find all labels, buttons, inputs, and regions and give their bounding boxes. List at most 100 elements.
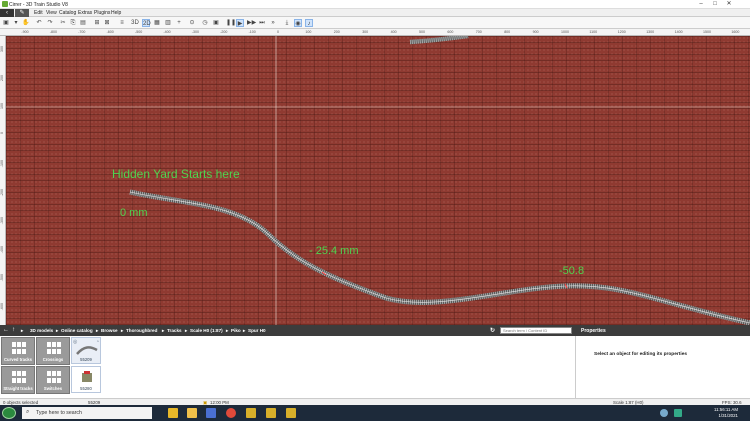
- menu-extras[interactable]: Extras: [78, 10, 92, 16]
- ruler-top: -900 -800 -700 -600 -500 -400 -300 -200 -100 0 100…: [0, 29, 750, 36]
- breadcrumb-item[interactable]: Browse: [101, 328, 118, 333]
- view-2d-icon[interactable]: 2D: [142, 19, 151, 27]
- store-app-icon[interactable]: [168, 408, 178, 418]
- close-icon[interactable]: ✕: [722, 0, 736, 9]
- breadcrumb-item[interactable]: Spur H0: [248, 328, 266, 333]
- app-icon[interactable]: [206, 408, 216, 418]
- window-title: Cirrer - 3D Train Studio V8: [9, 2, 68, 8]
- category-switches[interactable]: Switches: [36, 366, 70, 394]
- category-crossings[interactable]: Crossings: [36, 337, 70, 365]
- chevron-right-icon: ▸: [226, 328, 229, 333]
- layout-canvas[interactable]: Hidden Yard Starts here 0 mm - 25.4 mm -…: [6, 36, 750, 325]
- menu-plugins[interactable]: Plugins: [94, 10, 110, 16]
- download-icon[interactable]: ⤓: [283, 19, 291, 27]
- minimize-icon[interactable]: –: [694, 0, 708, 9]
- category-label: Curved tracks: [4, 357, 32, 362]
- ruler-left-label: -600: [0, 302, 4, 310]
- view-3d-icon[interactable]: 3D: [131, 19, 139, 27]
- ruler-top-label: -900: [21, 30, 29, 34]
- edit-mode-icon[interactable]: ✎: [15, 9, 29, 17]
- tray-icon[interactable]: [660, 409, 668, 417]
- ruler-top-label: -700: [78, 30, 86, 34]
- taskbar-search-placeholder: Type here to search: [36, 410, 82, 416]
- search-icon: ⌕: [26, 409, 30, 415]
- play-icon[interactable]: ▶: [236, 19, 244, 27]
- back-nav-icon[interactable]: ‹: [0, 9, 14, 17]
- group-icon[interactable]: ⊞: [93, 19, 101, 27]
- target-icon[interactable]: ⊙: [188, 19, 196, 27]
- breadcrumb-item[interactable]: 3D models: [30, 328, 53, 333]
- app-icon[interactable]: [286, 408, 296, 418]
- catalog-item[interactable]: 55280: [71, 366, 101, 393]
- category-straight-tracks[interactable]: Straight tracks: [1, 366, 35, 394]
- category-label: Switches: [43, 386, 63, 391]
- chevron-right-icon: ▸: [185, 328, 188, 333]
- calendar-icon[interactable]: ▣: [212, 19, 220, 27]
- app-icon[interactable]: [246, 408, 256, 418]
- cut-icon[interactable]: ✂: [59, 19, 67, 27]
- fast-forward-icon[interactable]: ▶▶: [247, 19, 256, 27]
- ruler-top-label: -300: [191, 30, 199, 34]
- dropdown-icon[interactable]: ▾: [12, 19, 20, 27]
- back-arrow-icon[interactable]: ←: [3, 327, 9, 333]
- breadcrumb-item[interactable]: Piko: [231, 328, 241, 333]
- app-icon[interactable]: [266, 408, 276, 418]
- tray-icon[interactable]: [674, 409, 682, 417]
- start-icon[interactable]: [2, 407, 16, 419]
- taskbar-clock[interactable]: 11:56:11 AM 1/31/2021: [714, 407, 738, 418]
- clock-date: 1/31/2021: [718, 412, 738, 418]
- sound-icon[interactable]: ♪: [305, 19, 313, 27]
- clock-icon[interactable]: ◷: [201, 19, 209, 27]
- pause-icon[interactable]: ❚❚: [226, 19, 236, 27]
- category-curved-tracks[interactable]: Curved tracks: [1, 337, 35, 365]
- chevron-right-icon: ▸: [56, 328, 59, 333]
- copy-icon[interactable]: ⎘: [69, 19, 77, 27]
- breadcrumb-item[interactable]: Online catalog: [61, 328, 93, 333]
- toolbar: ▣ ▾ ✋ ↶ ↷ ✂ ⎘ ▤ ⊞ ⊠ ≡ 3D 2D ▦ ▥ + ⊙ ◷ ▣ …: [0, 17, 750, 29]
- catalog-item[interactable]: ◎ ◔ 55209: [71, 337, 101, 364]
- undo-icon[interactable]: ↶: [35, 19, 43, 27]
- chevron-right-icon: ▸: [121, 328, 124, 333]
- camera-icon[interactable]: ◉: [294, 19, 302, 27]
- paste-icon[interactable]: ▤: [79, 19, 87, 27]
- menu-view[interactable]: View: [46, 10, 57, 16]
- grid-icon: [12, 371, 26, 383]
- ruler-top-label: -500: [135, 30, 143, 34]
- layers-icon[interactable]: ▥: [164, 19, 172, 27]
- menu-help[interactable]: Help: [111, 10, 121, 16]
- grid-icon[interactable]: ▦: [153, 19, 161, 27]
- refresh-icon[interactable]: ↻: [490, 327, 495, 334]
- maximize-icon[interactable]: □: [708, 0, 722, 9]
- up-arrow-icon[interactable]: ↑: [12, 327, 15, 333]
- clock-time: 11:56:11 AM: [713, 407, 738, 412]
- ruler-top-label: -800: [49, 30, 57, 34]
- redo-icon[interactable]: ↷: [46, 19, 54, 27]
- taskbar-search[interactable]: ⌕ Type here to search: [22, 407, 152, 419]
- ruler-left-label: 0: [0, 131, 4, 134]
- ruler-top-label: 1300: [646, 30, 655, 34]
- delete-icon[interactable]: ⊠: [103, 19, 111, 27]
- ruler-left-label: 200: [0, 74, 4, 81]
- save-icon[interactable]: ▣: [2, 19, 10, 27]
- skip-forward-icon[interactable]: ⏭: [258, 19, 266, 27]
- chrome-icon[interactable]: [226, 408, 236, 418]
- breadcrumb-item[interactable]: Scale H0 (1:87): [190, 328, 223, 333]
- app-icon: [2, 1, 8, 7]
- ruler-top-label: -400: [163, 30, 171, 34]
- category-label: Crossings: [42, 357, 64, 362]
- more-forward-icon[interactable]: »: [269, 19, 277, 27]
- properties-header: Properties: [575, 325, 750, 336]
- menu-catalog[interactable]: Catalog: [59, 10, 76, 16]
- menu-edit[interactable]: Edit: [34, 10, 43, 16]
- chevron-right-icon: ▸: [243, 328, 246, 333]
- breadcrumb-item[interactable]: Tracks: [167, 328, 182, 333]
- ruler-left-label: -400: [0, 245, 4, 253]
- catalog-search-input[interactable]: Search term / Content ID: [500, 327, 572, 334]
- chevron-right-icon: ▸: [21, 328, 24, 333]
- list-icon[interactable]: ≡: [118, 19, 126, 27]
- category-label: Straight tracks: [3, 386, 33, 391]
- file-explorer-icon[interactable]: [187, 408, 197, 418]
- hand-icon[interactable]: ✋: [22, 19, 30, 27]
- add-icon[interactable]: +: [175, 19, 183, 27]
- breadcrumb-item[interactable]: Thoroughbred: [126, 328, 157, 333]
